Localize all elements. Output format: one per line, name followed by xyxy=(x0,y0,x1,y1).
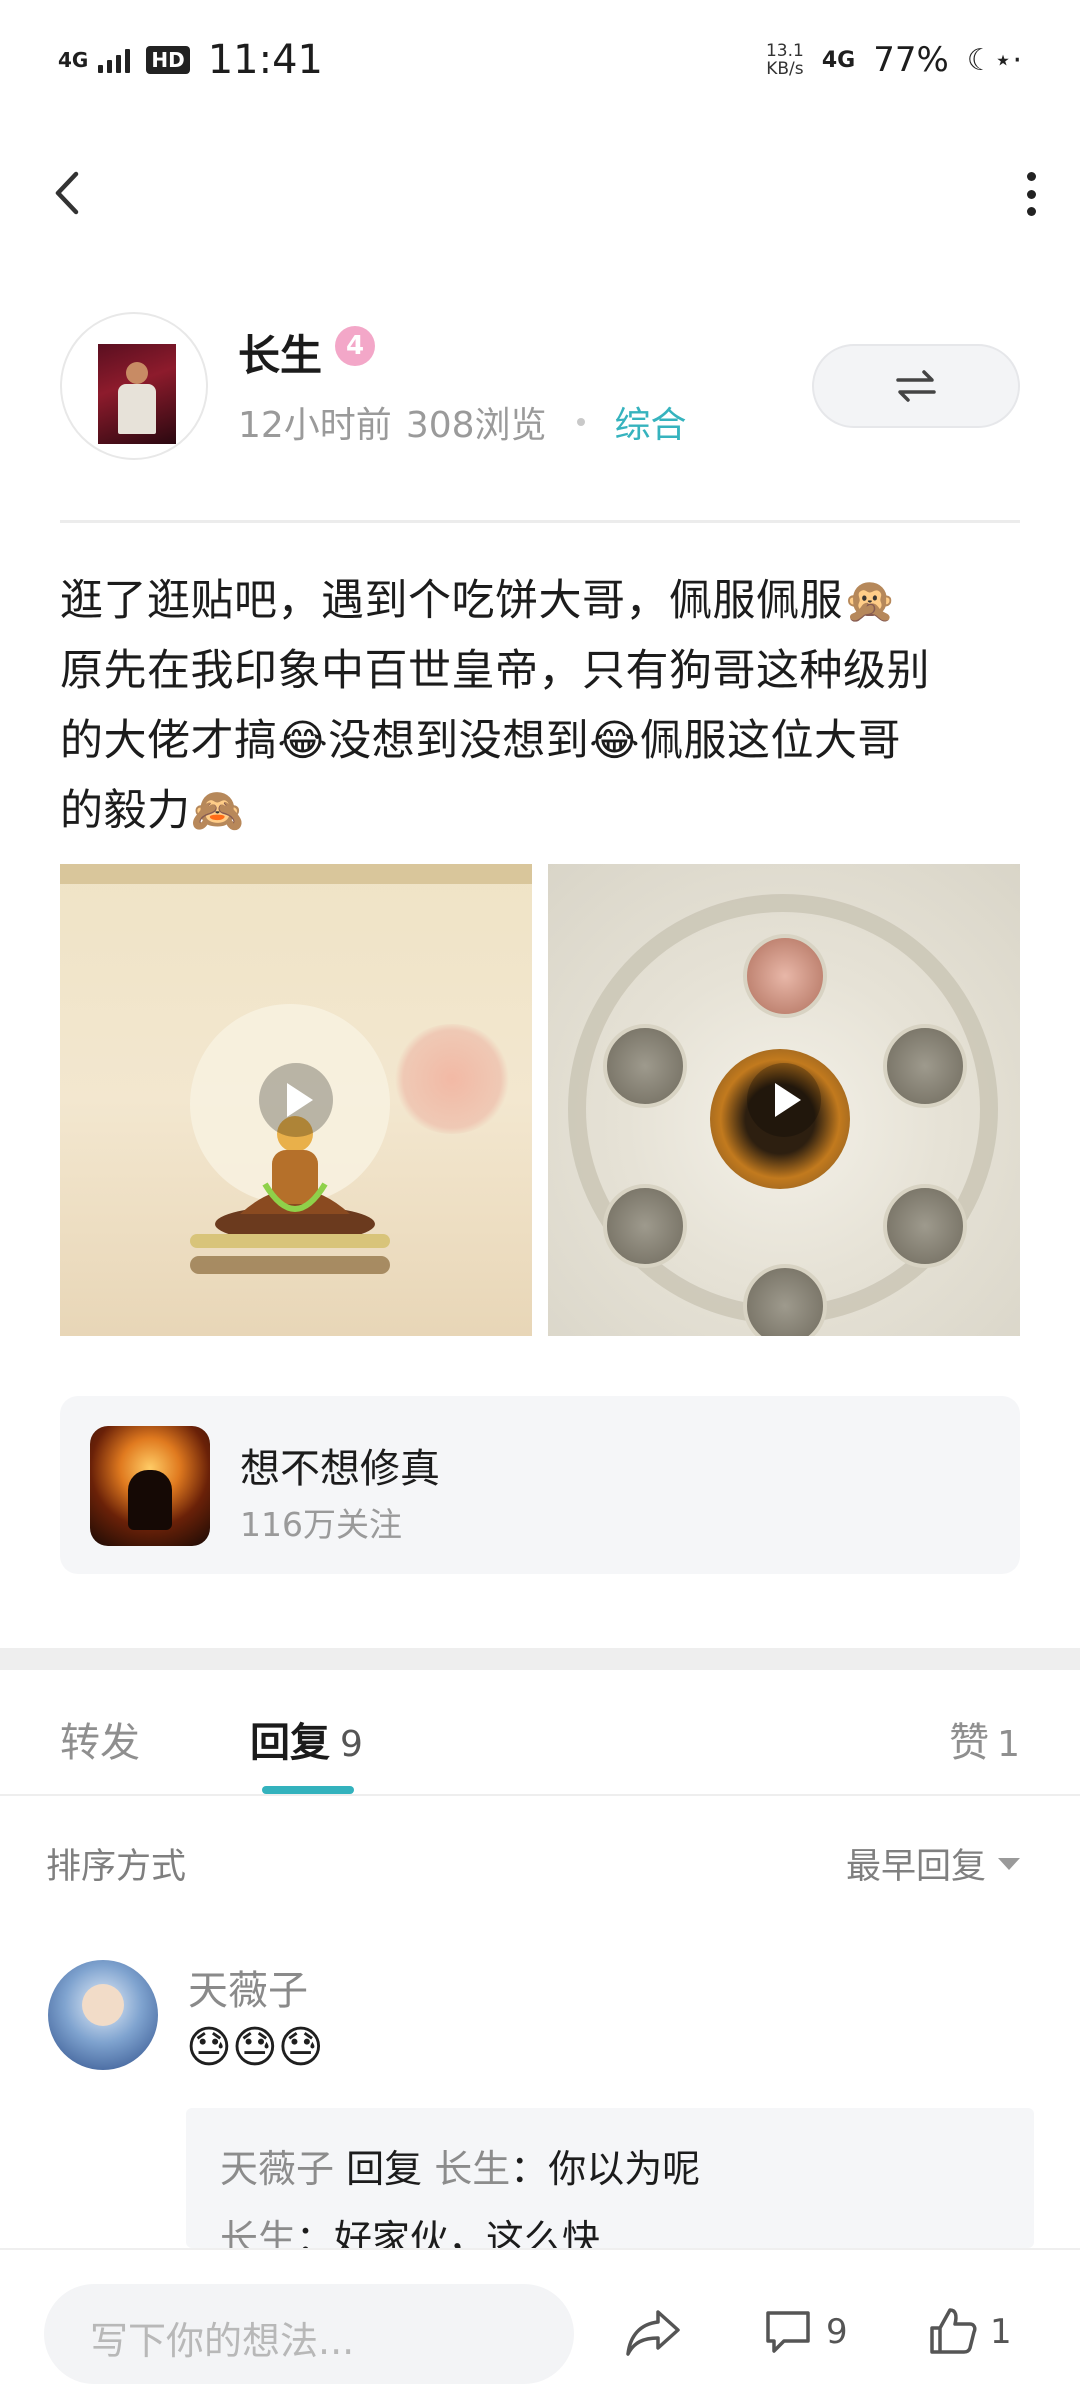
app-name: 想不想修真 xyxy=(240,1446,440,1492)
commenter-name[interactable]: 天薇子 xyxy=(188,1958,308,2016)
stat-bar-decoration xyxy=(190,1256,390,1274)
reply-text: ：好家伙，这么快 xyxy=(296,2217,601,2248)
game-top-bar xyxy=(60,864,532,884)
play-icon[interactable] xyxy=(259,1063,333,1137)
tab-reply-count: 9 xyxy=(340,1724,363,1765)
tab-reply-label: 回复 xyxy=(250,1720,330,1766)
reply-from[interactable]: 天薇子 xyxy=(220,2147,334,2191)
video-thumbnail-2[interactable] xyxy=(548,864,1020,1336)
commenter-avatar[interactable] xyxy=(48,1960,158,2070)
network-type-right: 4G xyxy=(821,47,856,73)
battery-level: 77% xyxy=(873,40,949,80)
author-name[interactable]: 长生 xyxy=(238,322,322,383)
header xyxy=(0,150,1080,236)
comment-item: 天薇子 😓😓😓 天薇子 回复 长生：你以为呢 长生：好家伙，这么快 xyxy=(0,1956,1080,2256)
sort-dropdown[interactable]: 最早回复 xyxy=(846,1838,1020,1889)
reply-text: ：你以为呢 xyxy=(510,2147,701,2191)
sort-row: 排序方式 最早回复 xyxy=(0,1818,1080,1898)
nested-reply: 长生：好家伙，这么快 xyxy=(220,2204,1000,2248)
post-text-line: 的毅力🙈 xyxy=(60,786,245,836)
status-right: 13.1 KB/s 4G 77% ☾⋆· xyxy=(766,40,1022,80)
progress-bar-decoration xyxy=(190,1234,390,1248)
tab-forward[interactable]: 转发 xyxy=(60,1710,140,1768)
author-avatar[interactable] xyxy=(60,312,208,460)
nested-reply: 天薇子 回复 长生：你以为呢 xyxy=(220,2134,1000,2204)
author-row: 长生 4 12小时前 308浏览 综合 xyxy=(60,312,1020,462)
tab-like[interactable]: 赞1 xyxy=(949,1710,1020,1768)
reply-from[interactable]: 长生 xyxy=(220,2217,296,2248)
sort-label: 排序方式 xyxy=(46,1847,187,1887)
post-text-line: 逛了逛贴吧，遇到个吃饼大哥，佩服佩服🙊 xyxy=(60,576,898,626)
back-icon[interactable] xyxy=(48,168,88,218)
more-icon[interactable] xyxy=(1022,172,1040,216)
status-left: 4G HD 11:41 xyxy=(58,37,323,83)
nested-replies[interactable]: 天薇子 回复 长生：你以为呢 长生：好家伙，这么快 xyxy=(186,2108,1034,2248)
network-type: 4G xyxy=(58,48,89,72)
share-button[interactable] xyxy=(624,2300,682,2364)
video-thumbnail-1[interactable] xyxy=(60,864,532,1336)
compose-input[interactable]: 写下你的想法... xyxy=(44,2284,574,2384)
share-icon xyxy=(626,2310,680,2356)
signal-icon xyxy=(98,47,131,73)
status-time: 11:41 xyxy=(207,37,323,83)
tab-like-count: 1 xyxy=(997,1724,1020,1765)
comment-icon xyxy=(766,2311,810,2353)
app-followers: 116万关注 xyxy=(240,1505,402,1544)
meta-separator xyxy=(576,418,585,426)
tab-like-label: 赞 xyxy=(949,1720,990,1766)
post-meta: 12小时前 308浏览 综合 xyxy=(238,396,687,448)
blossom-decoration xyxy=(392,1024,512,1134)
app-icon xyxy=(90,1426,210,1546)
reply-tabs: 转发 回复 9 赞1 xyxy=(0,1670,1080,1796)
level-badge: 4 xyxy=(335,326,375,366)
post-views: 308浏览 xyxy=(405,405,547,446)
wheel-node xyxy=(603,1024,687,1108)
comment-button[interactable]: 9 xyxy=(762,2300,848,2364)
reply-verb: 回复 xyxy=(346,2147,423,2191)
hd-icon: HD xyxy=(146,46,190,74)
sort-value: 最早回复 xyxy=(845,1847,986,1887)
wheel-node xyxy=(603,1184,687,1268)
comment-count: 9 xyxy=(826,2312,848,2352)
reply-to[interactable]: 长生 xyxy=(434,2147,510,2191)
divider xyxy=(60,520,1020,523)
swap-arrows-icon xyxy=(896,370,936,402)
media-grid xyxy=(60,864,1020,1336)
section-separator xyxy=(0,1648,1080,1670)
wheel-node xyxy=(743,934,827,1018)
wheel-node xyxy=(883,1184,967,1268)
post-body: 逛了逛贴吧，遇到个吃饼大哥，佩服佩服🙊 原先在我印象中百世皇帝，只有狗哥这种级别… xyxy=(60,566,1030,846)
post-text-line: 的大佬才搞😂没想到没想到😂佩服这位大哥 xyxy=(60,716,901,766)
post-time: 12小时前 xyxy=(238,405,392,446)
status-bar: 4G HD 11:41 13.1 KB/s 4G 77% ☾⋆· xyxy=(0,0,1080,120)
wheel-node xyxy=(883,1024,967,1108)
network-speed: 13.1 KB/s xyxy=(765,41,804,79)
moon-icon: ☾⋆· xyxy=(966,42,1022,78)
post-category[interactable]: 综合 xyxy=(615,396,687,448)
active-tab-indicator xyxy=(262,1786,354,1794)
post-text-line: 原先在我印象中百世皇帝，只有狗哥这种级别 xyxy=(60,646,930,696)
play-icon[interactable] xyxy=(747,1063,821,1137)
like-count: 1 xyxy=(990,2312,1012,2352)
like-button[interactable]: 1 xyxy=(926,2300,1012,2364)
app-card[interactable]: 想不想修真 116万关注 xyxy=(60,1396,1020,1574)
comment-content: 😓😓😓 xyxy=(186,2022,324,2073)
chevron-down-icon xyxy=(998,1857,1020,1870)
bottom-action-bar: 写下你的想法... 9 1 xyxy=(0,2248,1080,2408)
thumbs-up-icon xyxy=(930,2308,977,2354)
tab-reply[interactable]: 回复 9 xyxy=(250,1710,363,1768)
switch-button[interactable] xyxy=(812,344,1020,428)
